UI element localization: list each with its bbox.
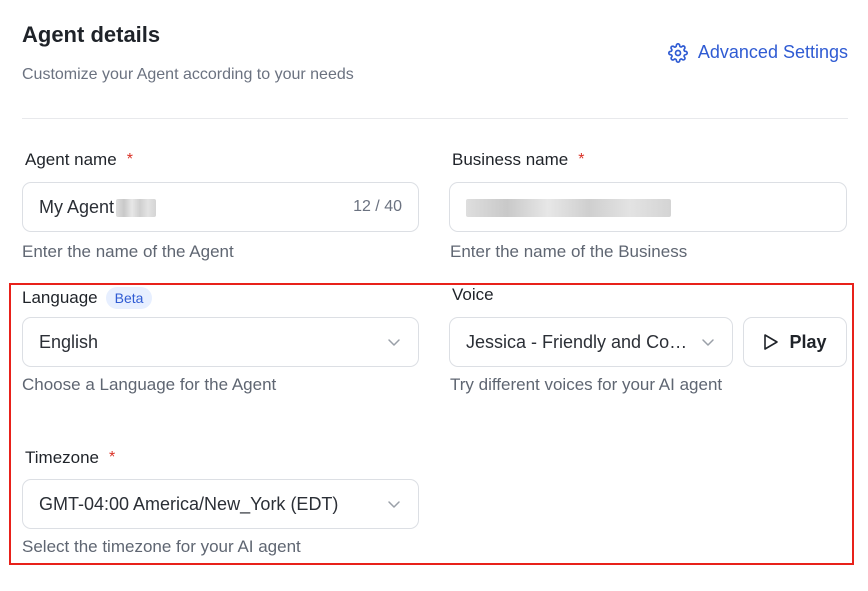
- timezone-label-text: Timezone: [25, 448, 100, 467]
- business-name-label: Business name *: [452, 150, 584, 170]
- required-mark: *: [126, 151, 133, 168]
- advanced-settings-label: Advanced Settings: [697, 42, 848, 62]
- agent-name-help: Enter the name of the Agent: [22, 242, 234, 261]
- chevron-down-icon: [388, 339, 400, 346]
- voice-help: Try different voices for your AI agent: [450, 375, 723, 394]
- beta-badge: Beta: [105, 287, 153, 309]
- header-divider: [22, 118, 848, 119]
- language-label-text: Language: [22, 288, 98, 307]
- required-mark: *: [109, 449, 116, 466]
- agent-name-value-wrap: My Agent: [39, 197, 353, 218]
- play-icon: [764, 334, 779, 350]
- timezone-help: Select the timezone for your AI agent: [22, 537, 301, 556]
- voice-value: Jessica - Friendly and Con...: [466, 331, 692, 352]
- language-select[interactable]: English: [22, 317, 419, 367]
- play-button[interactable]: Play: [743, 317, 847, 367]
- business-name-input[interactable]: [449, 182, 847, 232]
- language-help: Choose a Language for the Agent: [22, 375, 277, 394]
- play-label: Play: [789, 331, 827, 352]
- voice-label-text: Voice: [452, 285, 494, 304]
- voice-label: Voice: [452, 285, 494, 305]
- business-name-value-wrap: [466, 197, 830, 218]
- redacted-text: [116, 198, 157, 217]
- page-title: Agent details: [22, 22, 161, 47]
- agent-name-label-text: Agent name: [25, 150, 117, 169]
- timezone-value: GMT-04:00 America/New_York (EDT): [39, 493, 339, 514]
- business-name-label-text: Business name: [452, 150, 569, 169]
- agent-name-value: My Agent: [39, 196, 115, 217]
- agent-name-label: Agent name *: [25, 150, 133, 170]
- timezone-label: Timezone *: [25, 448, 115, 468]
- chevron-down-icon: [388, 501, 400, 508]
- timezone-select[interactable]: GMT-04:00 America/New_York (EDT): [22, 479, 419, 529]
- advanced-settings-link[interactable]: Advanced Settings: [667, 42, 848, 63]
- business-name-help: Enter the name of the Business: [450, 242, 688, 261]
- agent-name-input[interactable]: My Agent 12 / 40: [22, 182, 419, 232]
- language-label: Language Beta: [22, 287, 153, 309]
- character-counter: 12 / 40: [353, 198, 402, 215]
- voice-select[interactable]: Jessica - Friendly and Con...: [449, 317, 733, 367]
- redacted-text: [466, 198, 671, 217]
- chevron-down-icon: [702, 339, 714, 346]
- page-subtitle: Customize your Agent according to your n…: [22, 66, 354, 83]
- gear-icon: [667, 42, 688, 63]
- required-mark: *: [578, 151, 585, 168]
- language-value: English: [39, 331, 99, 352]
